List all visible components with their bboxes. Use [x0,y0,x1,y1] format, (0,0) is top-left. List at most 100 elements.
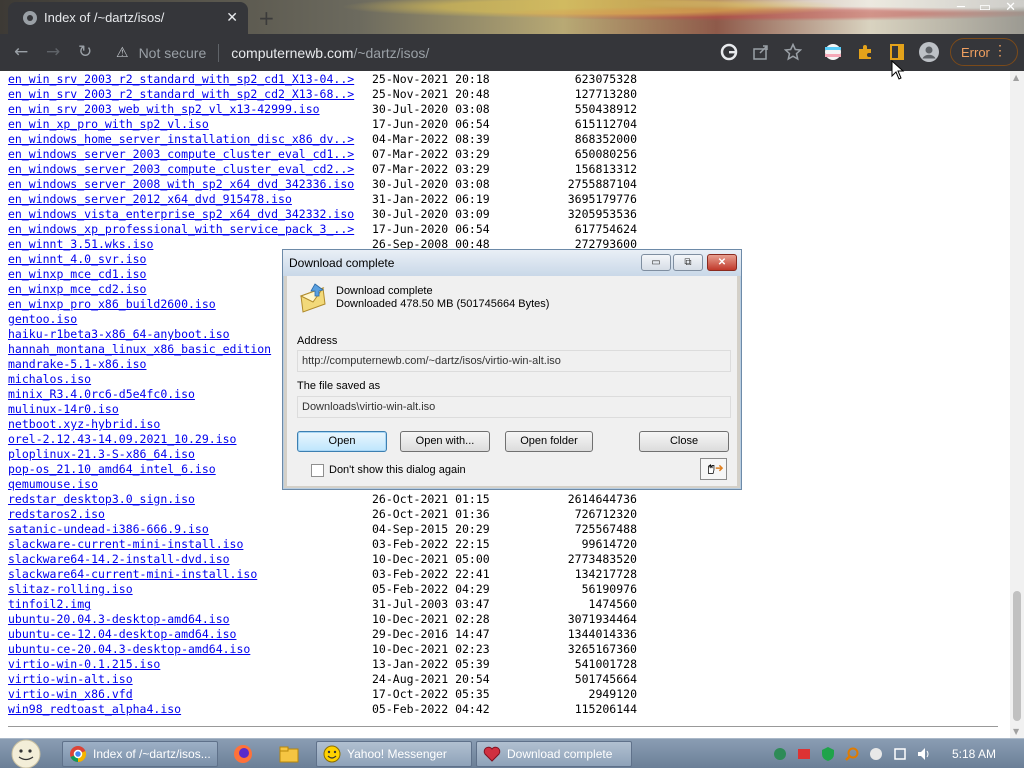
dont-show-again-checkbox[interactable] [311,464,324,477]
volume-tray-icon[interactable] [916,746,932,762]
scroll-up-arrow-icon[interactable]: ▲ [1013,73,1019,82]
extensions-puzzle-icon[interactable] [856,43,874,61]
taskbar-item-yahoo-messenger[interactable]: Yahoo! Messenger [316,741,472,767]
file-link[interactable]: satanic-undead-i386-666.9.iso [8,522,209,537]
dialog-titlebar[interactable]: Download complete ▭ ⧉ ✕ [283,250,741,276]
file-link[interactable]: en_windows_xp_professional_with_service_… [8,222,354,237]
network-tray-icon[interactable] [772,746,788,762]
file-link[interactable]: en_windows_server_2003_compute_cluster_e… [8,147,354,162]
profile-avatar-icon[interactable] [919,42,939,62]
file-link[interactable]: tinfoil2.img [8,597,91,612]
file-link[interactable]: michalos.iso [8,372,91,387]
file-link[interactable]: en_winnt_4.0_svr.iso [8,252,146,267]
scrollbar-thumb[interactable] [1013,591,1021,721]
file-link[interactable]: slitaz-rolling.iso [8,582,133,597]
firefox-icon[interactable] [232,743,254,765]
not-secure-warning-icon[interactable]: ⚠ [116,44,129,61]
open-button[interactable]: Open [297,431,387,452]
page-scrollbar[interactable]: ▲ ▼ [1010,71,1024,738]
file-size: 1474560 [588,597,637,611]
file-link[interactable]: orel-2.12.43-14.09.2021_10.29.iso [8,432,236,447]
file-link[interactable]: en_winxp_mce_cd1.iso [8,267,146,282]
shield-tray-icon[interactable] [820,746,836,762]
file-link[interactable]: ubuntu-ce-12.04-desktop-amd64.iso [8,627,236,642]
file-link[interactable]: hannah_montana_linux_x86_basic_edition [8,342,271,357]
file-link[interactable]: qemumouse.iso [8,477,98,492]
file-link[interactable]: en_windows_home_server_installation_disc… [8,132,354,147]
file-link[interactable]: slackware-current-mini-install.iso [8,537,243,552]
listing-row: redstaros2.iso 26-Oct-2021 01:36 726712320 [8,507,648,522]
file-link[interactable]: netboot.xyz-hybrid.iso [8,417,160,432]
file-link[interactable]: haiku-r1beta3-x86_64-anyboot.iso [8,327,230,342]
file-link[interactable]: ubuntu-20.04.3-desktop-amd64.iso [8,612,230,627]
drag-hand-icon[interactable] [700,458,727,480]
file-link[interactable]: ubuntu-ce-20.04.3-desktop-amd64.iso [8,642,250,657]
file-link[interactable]: en_win_srv_2003_web_with_sp2_vl_x13-4299… [8,102,320,117]
file-size: 501745664 [574,672,637,686]
file-link[interactable]: redstar_desktop3.0_sign.iso [8,492,195,507]
extension-flag-icon[interactable] [824,43,842,61]
file-link[interactable]: en_windows_server_2003_compute_cluster_e… [8,162,354,177]
back-button[interactable]: ← [14,42,28,62]
file-link[interactable]: virtio-win_x86.vfd [8,687,133,702]
dialog-maximize-button[interactable]: ⧉ [673,254,703,271]
start-button-icon[interactable] [6,739,46,768]
file-link[interactable]: virtio-win-0.1.215.iso [8,657,160,672]
file-link[interactable]: en_windows_server_2008_with_sp2_x64_dvd_… [8,177,354,192]
close-window-button[interactable]: ✕ [1005,0,1016,18]
security-alert-tray-icon[interactable] [796,746,812,762]
file-link[interactable]: en_win_xp_pro_with_sp2_vl.iso [8,117,209,132]
browser-menu-icon[interactable]: ⋮ [993,42,1007,59]
file-link[interactable]: en_win_srv_2003_r2_standard_with_sp2_cd2… [8,87,354,102]
forward-button[interactable]: → [46,42,60,62]
google-lens-icon[interactable] [720,43,738,61]
file-link[interactable]: en_winxp_mce_cd2.iso [8,282,146,297]
maximize-window-button[interactable]: ▭ [979,0,991,18]
bookmark-star-icon[interactable] [784,43,802,61]
download-envelope-icon [299,283,326,313]
tab-close-icon[interactable]: ✕ [226,10,238,26]
browser-error-button[interactable]: Error ⋮ [950,38,1018,66]
taskbar-item-download-complete[interactable]: Download complete [476,741,632,767]
file-link[interactable]: mandrake-5.1-x86.iso [8,357,146,372]
side-panel-icon[interactable] [888,43,906,61]
file-link[interactable]: gentoo.iso [8,312,77,327]
file-link[interactable]: ploplinux-21.3-S-x86_64.iso [8,447,195,462]
taskbar-item-browser[interactable]: Index of /~dartz/isos... [62,741,218,767]
file-link[interactable]: win98_redtoast_alpha4.iso [8,702,181,717]
file-link[interactable]: redstaros2.iso [8,507,105,522]
scroll-down-arrow-icon[interactable]: ▼ [1013,727,1019,736]
dont-show-again-label: Don't show this dialog again [329,464,466,476]
taskbar-clock[interactable]: 5:18 AM [952,747,996,761]
file-link[interactable]: slackware64-current-mini-install.iso [8,567,257,582]
file-link[interactable]: minix_R3.4.0rc6-d5e4fc0.iso [8,387,195,402]
messenger-tray-icon[interactable] [868,746,884,762]
device-tray-icon[interactable] [892,746,908,762]
address-bar[interactable]: ⚠ Not secure computernewb.com /~dartz/is… [112,38,712,67]
file-link[interactable]: en_windows_server_2012_x64_dvd_915478.is… [8,192,292,207]
open-with-button[interactable]: Open with... [400,431,490,452]
file-link[interactable]: slackware64-14.2-install-dvd.iso [8,552,230,567]
share-icon[interactable] [752,43,770,61]
file-link[interactable]: en_windows_vista_enterprise_sp2_x64_dvd_… [8,207,354,222]
reload-button[interactable]: ↻ [78,42,92,62]
error-label: Error [961,44,990,60]
file-link[interactable]: en_winxp_pro_x86_build2600.iso [8,297,216,312]
address-field[interactable]: http://computernewb.com/~dartz/isos/virt… [297,350,731,372]
file-link[interactable]: en_winnt_3.51.wks.iso [8,237,153,252]
saved-as-field[interactable]: Downloads\virtio-win-alt.iso [297,396,731,418]
file-link[interactable]: virtio-win-alt.iso [8,672,133,687]
dialog-close-x-button[interactable]: ✕ [707,254,737,271]
browser-tab-active[interactable]: Index of /~dartz/isos/ ✕ [8,2,248,34]
close-button[interactable]: Close [639,431,729,452]
new-tab-button[interactable]: + [258,6,275,30]
search-tray-icon[interactable] [844,746,860,762]
file-link[interactable]: mulinux-14r0.iso [8,402,119,417]
file-size: 99614720 [581,537,637,551]
file-link[interactable]: pop-os_21.10_amd64_intel_6.iso [8,462,216,477]
file-link[interactable]: en_win_srv_2003_r2_standard_with_sp2_cd1… [8,72,354,87]
open-folder-button[interactable]: Open folder [505,431,593,452]
minimize-window-button[interactable]: ─ [957,0,965,18]
dialog-minimize-button[interactable]: ▭ [641,254,671,271]
file-explorer-icon[interactable] [278,743,300,765]
